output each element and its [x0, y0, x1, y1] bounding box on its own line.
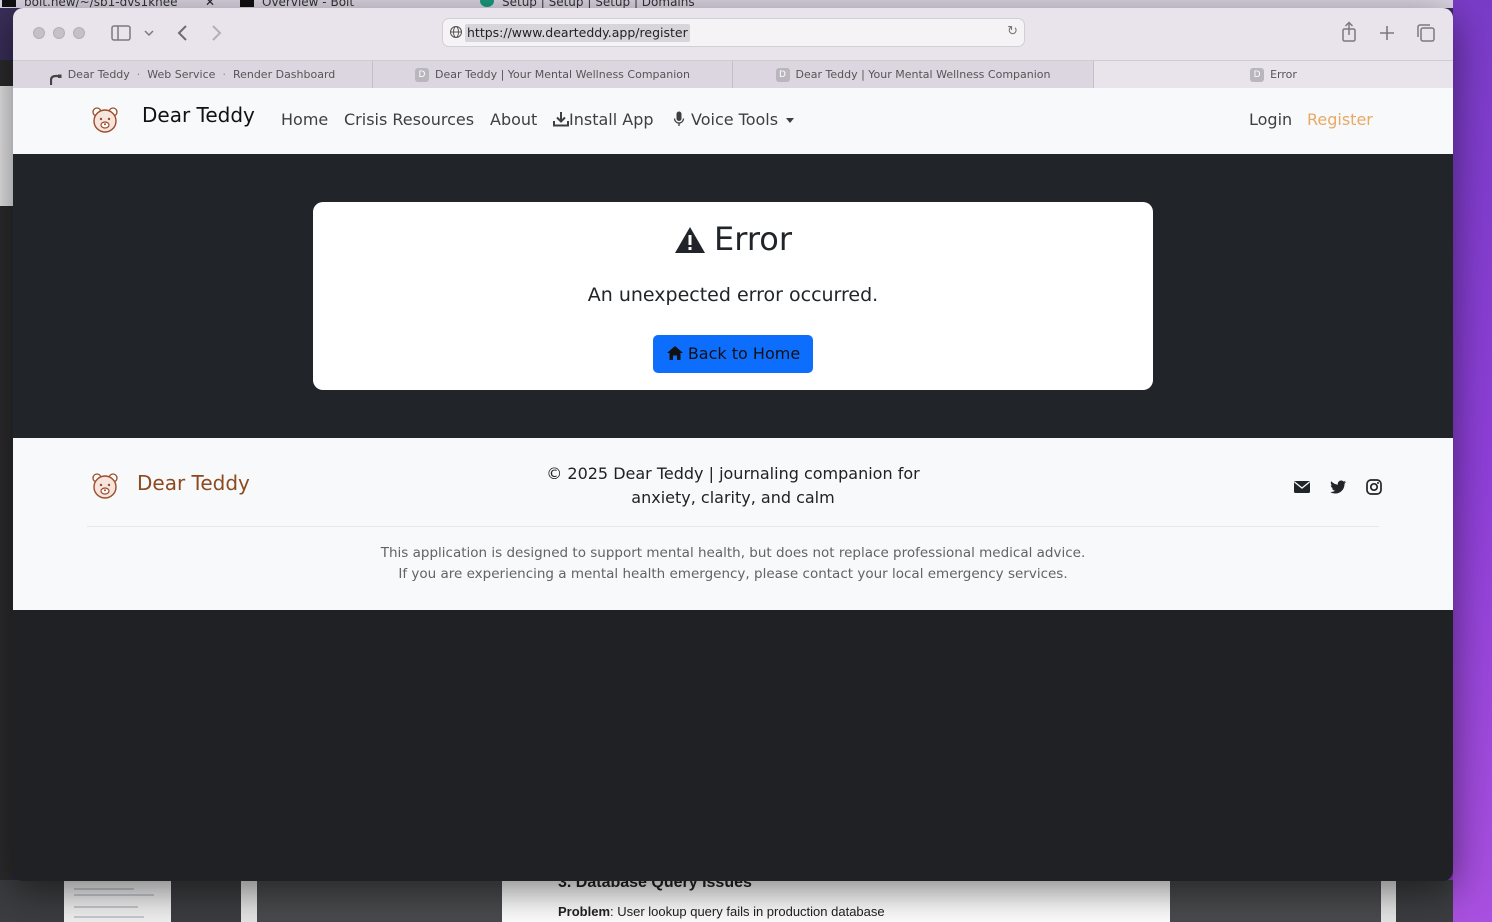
back-icon[interactable] — [176, 24, 188, 42]
disclaimer-line-2: If you are experiencing a mental health … — [398, 566, 1068, 582]
footer-divider — [87, 526, 1379, 527]
favicon-icon: D — [775, 68, 790, 82]
nav-about[interactable]: About — [490, 110, 537, 129]
footer-copyright: © 2025 Dear Teddy | journaling companion… — [546, 464, 920, 507]
forward-icon[interactable] — [211, 24, 223, 42]
error-card: Error An unexpected error occurred. Back… — [313, 202, 1153, 390]
favicon-icon: D — [415, 68, 429, 82]
render-icon — [49, 69, 62, 85]
tab-dear-teddy-1[interactable]: D Dear Teddy | Your Mental Wellness Compa… — [373, 61, 733, 88]
globe-icon — [450, 26, 462, 38]
error-message: An unexpected error occurred. — [587, 284, 879, 306]
tab-bar: Dear Teddy · Web Service · Render Dashboard … — [13, 60, 1453, 88]
tab-dear-teddy-2[interactable]: D Dear Teddy | Your Mental Wellness Compa… — [733, 61, 1094, 88]
close-icon[interactable]: ✕ — [205, 0, 215, 8]
site-footer: Dear Teddy © 2025 Dear Teddy | journalin… — [13, 438, 1453, 610]
caret-down-icon — [786, 118, 795, 123]
address-bar[interactable]: https://www.dearteddy.app/register ↻ — [442, 18, 1025, 47]
warning-icon — [675, 227, 705, 253]
tab-render-dashboard[interactable]: Dear Teddy · Web Service · Render Dashboard — [13, 61, 373, 88]
sidebar-icon[interactable] — [111, 25, 131, 41]
browser-toolbar: https://www.dearteddy.app/register ↻ — [13, 8, 1453, 60]
footer-brand: Dear Teddy — [137, 471, 250, 495]
home-icon — [666, 346, 683, 360]
site-icon — [480, 0, 494, 7]
new-tab-icon[interactable] — [1379, 25, 1395, 41]
browser-window: https://www.dearteddy.app/register ↻ Dea… — [13, 8, 1453, 881]
disclaimer-line-1: This application is designed to support … — [380, 545, 1086, 561]
error-title: Error — [313, 220, 1153, 258]
bolt-icon — [240, 0, 254, 7]
brand-name[interactable]: Dear Teddy — [142, 103, 255, 127]
nav-register[interactable]: Register — [1307, 110, 1373, 129]
favicon-icon: D — [1250, 68, 1265, 82]
document-paragraph: Problem: User lookup query fails in prod… — [558, 904, 885, 919]
tab-overview-icon[interactable] — [1416, 23, 1436, 43]
desktop-wallpaper — [1453, 0, 1492, 922]
bolt-icon — [2, 0, 16, 7]
minimize-window-button[interactable] — [53, 27, 65, 39]
background-tab[interactable]: Overview - Bolt — [240, 0, 354, 8]
download-icon — [553, 112, 569, 127]
teddy-logo-icon[interactable] — [91, 106, 119, 134]
background-tab-strip: bolt.new/~/sb1-dvs1knee ✕ Overview - Bol… — [0, 0, 1492, 8]
background-window-edge — [0, 60, 13, 922]
nav-install-app[interactable]: Install App — [553, 110, 654, 129]
url-text[interactable]: https://www.dearteddy.app/register — [465, 24, 690, 42]
background-document: 3. Database Query Issues Problem: User l… — [241, 874, 1396, 922]
twitter-icon[interactable] — [1329, 478, 1347, 496]
background-tab[interactable]: Setup | Setup | Setup | Domains — [480, 0, 695, 8]
close-window-button[interactable] — [33, 27, 45, 39]
tab-error[interactable]: D Error — [1094, 61, 1453, 88]
share-icon[interactable] — [1341, 21, 1357, 43]
site-navbar: Dear Teddy Home Crisis Resources About I… — [13, 88, 1453, 154]
nav-voice-tools-dropdown[interactable]: Voice Tools — [673, 110, 795, 129]
nav-login[interactable]: Login — [1249, 110, 1292, 129]
envelope-icon[interactable] — [1293, 478, 1311, 496]
main-content: Error An unexpected error occurred. Back… — [13, 154, 1453, 438]
nav-home[interactable]: Home — [281, 110, 328, 129]
nav-crisis-resources[interactable]: Crisis Resources — [344, 110, 474, 129]
background-tab[interactable]: bolt.new/~/sb1-dvs1knee ✕ — [2, 0, 215, 8]
microphone-icon — [673, 111, 685, 126]
reload-icon[interactable]: ↻ — [1007, 24, 1018, 39]
zoom-window-button[interactable] — [73, 27, 85, 39]
teddy-logo-icon — [92, 473, 118, 499]
back-to-home-button[interactable]: Back to Home — [653, 335, 813, 373]
instagram-icon[interactable] — [1365, 478, 1383, 496]
chevron-down-icon[interactable] — [144, 29, 154, 37]
document-thumbnail[interactable] — [64, 880, 171, 922]
